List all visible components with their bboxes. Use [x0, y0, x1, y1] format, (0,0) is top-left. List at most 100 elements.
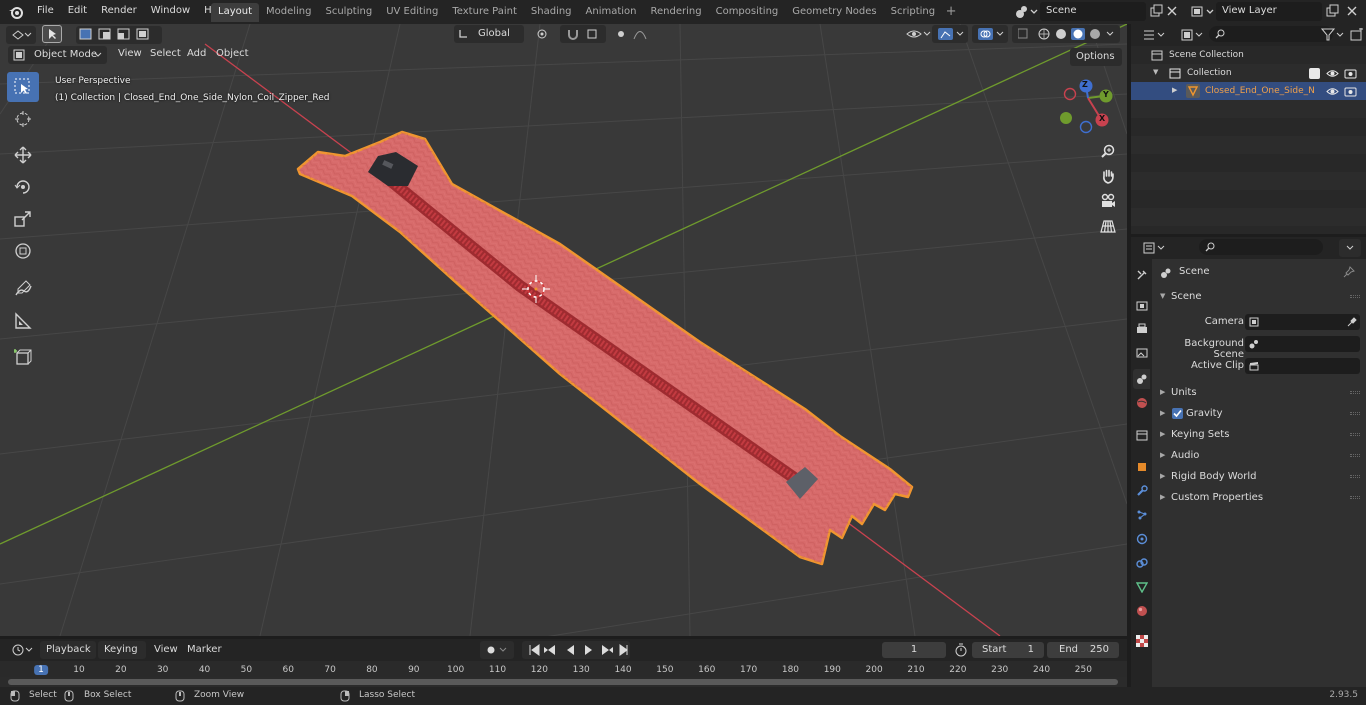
gizmo-toggle[interactable] [932, 25, 968, 43]
overlay-toggle[interactable] [972, 25, 1008, 43]
properties-options-dropdown[interactable] [1339, 239, 1361, 257]
pivot-point-selector[interactable] [530, 25, 556, 43]
tweak-tool-button[interactable] [42, 25, 62, 43]
panel-audio-header[interactable]: ▶ Audio [1152, 446, 1366, 466]
tab-scene[interactable] [1133, 369, 1150, 389]
tab-compositing[interactable]: Compositing [709, 3, 786, 22]
tab-constraints[interactable] [1133, 553, 1150, 573]
blender-logo-icon[interactable] [8, 4, 24, 20]
rotate-tool[interactable] [7, 172, 39, 202]
panel-rigid-body-world-header[interactable]: ▶ Rigid Body World [1152, 467, 1366, 487]
tab-render[interactable] [1133, 295, 1150, 315]
tab-physics[interactable] [1133, 529, 1150, 549]
tab-collection[interactable] [1133, 425, 1150, 445]
expand-object-toggle[interactable]: ▶ [1172, 86, 1177, 94]
viewport-options-button[interactable]: Options [1070, 48, 1122, 66]
current-frame-indicator[interactable]: 1 [34, 665, 48, 675]
scale-tool[interactable] [7, 204, 39, 234]
add-cube-tool[interactable] [7, 342, 39, 372]
pin-icon[interactable] [1343, 266, 1355, 278]
tab-layout[interactable]: Layout [211, 3, 259, 22]
outliner-row-scene-collection[interactable]: Scene Collection [1131, 46, 1366, 64]
expand-collection-toggle[interactable]: ▼ [1153, 68, 1158, 76]
outliner-row-zipper-object[interactable]: ▶ Closed_End_One_Side_N [1131, 82, 1366, 100]
visibility-selector[interactable] [900, 25, 932, 43]
select-box-tool[interactable] [7, 72, 39, 102]
tab-view-layer[interactable] [1133, 343, 1150, 363]
mode-selector[interactable]: Object Mode [8, 46, 107, 64]
panel-units-header[interactable]: ▶ Units [1152, 383, 1366, 403]
current-frame-field[interactable]: 1 [882, 642, 946, 658]
editor-type-selector[interactable] [6, 26, 36, 44]
remove-scene-icon[interactable] [1166, 5, 1178, 17]
camera-view-button[interactable] [1097, 190, 1119, 212]
background-scene-field[interactable] [1245, 336, 1360, 352]
outliner-search-input[interactable] [1209, 26, 1333, 42]
view-layer-selector[interactable]: View Layer [1188, 2, 1364, 21]
transform-orientation-selector[interactable]: Global [454, 25, 524, 43]
timeline-editor-type[interactable] [6, 641, 36, 659]
panel-drag-handle[interactable] [1350, 412, 1360, 415]
new-view-layer-icon[interactable] [1325, 4, 1339, 18]
panel-scene-header[interactable]: ▼ Scene [1152, 287, 1366, 307]
tab-shading[interactable]: Shading [524, 3, 579, 22]
object-eye-icon[interactable] [1326, 86, 1339, 97]
tab-sculpting[interactable]: Sculpting [319, 3, 380, 22]
snapping-controls[interactable] [560, 25, 606, 43]
panel-drag-handle[interactable] [1350, 475, 1360, 478]
keying-menu[interactable]: Keying [98, 641, 146, 659]
3d-viewport[interactable]: Z Y X Global Object Mode View Select Add… [0, 24, 1127, 636]
camera-field[interactable] [1245, 314, 1360, 330]
stopwatch-icon[interactable] [954, 643, 968, 657]
move-tool[interactable] [7, 140, 39, 170]
pan-view-button[interactable] [1097, 165, 1119, 187]
proportional-editing-controls[interactable] [610, 25, 656, 43]
transform-tool[interactable] [7, 236, 39, 266]
tab-scripting[interactable]: Scripting [884, 3, 942, 22]
tab-particles[interactable] [1133, 505, 1150, 525]
start-frame-field[interactable]: Start 1 [972, 642, 1044, 658]
eyedropper-icon[interactable] [1346, 316, 1358, 328]
tab-uv-editing[interactable]: UV Editing [379, 3, 445, 22]
outliner-row-collection[interactable]: ▼ Collection [1131, 64, 1366, 82]
tab-texture[interactable] [1133, 631, 1150, 651]
remove-view-layer-icon[interactable] [1346, 5, 1358, 17]
tab-data[interactable] [1133, 577, 1150, 597]
display-mode-selector[interactable] [1175, 26, 1205, 44]
viewport-menu-select[interactable]: Select [150, 48, 181, 59]
timeline-view-menu[interactable]: View [148, 641, 184, 659]
new-scene-icon[interactable] [1149, 4, 1163, 18]
timeline-scrollbar[interactable] [8, 679, 1118, 685]
object-render-camera-icon[interactable] [1344, 86, 1357, 97]
menu-render[interactable]: Render [94, 0, 144, 24]
new-collection-icon[interactable] [1350, 28, 1364, 42]
viewport-menu-view[interactable]: View [118, 48, 142, 59]
panel-keying-sets-header[interactable]: ▶ Keying Sets [1152, 425, 1366, 445]
tab-output[interactable] [1133, 319, 1150, 339]
tab-texture-paint[interactable]: Texture Paint [445, 3, 524, 22]
panel-gravity-header[interactable]: ▶ Gravity [1152, 404, 1366, 424]
menu-edit[interactable]: Edit [61, 0, 94, 24]
hide-in-viewport-eye-icon[interactable] [1326, 68, 1339, 79]
viewport-menu-add[interactable]: Add [187, 48, 206, 59]
view-layer-name-field[interactable]: View Layer [1216, 2, 1322, 21]
tab-rendering[interactable]: Rendering [644, 3, 709, 22]
perspective-toggle-button[interactable] [1097, 215, 1119, 237]
tab-tool[interactable] [1133, 265, 1150, 285]
scene-name-field[interactable]: Scene [1040, 2, 1146, 21]
viewport-menu-object[interactable]: Object [216, 48, 249, 59]
outliner-editor-type[interactable] [1137, 26, 1169, 44]
shading-mode-buttons[interactable] [1012, 25, 1120, 43]
panel-drag-handle[interactable] [1350, 454, 1360, 457]
measure-tool[interactable] [7, 306, 39, 336]
panel-drag-handle[interactable] [1350, 496, 1360, 499]
menu-window[interactable]: Window [144, 0, 197, 24]
properties-editor-type[interactable] [1137, 239, 1169, 257]
viewport-scene[interactable] [0, 24, 1127, 636]
zipper-object[interactable] [296, 130, 914, 566]
end-frame-field[interactable]: End 250 [1047, 642, 1119, 658]
tab-modeling[interactable]: Modeling [259, 3, 319, 22]
exclude-checkbox[interactable] [1309, 68, 1320, 79]
auto-keying-toggle[interactable] [480, 641, 514, 659]
panel-drag-handle[interactable] [1350, 295, 1360, 298]
